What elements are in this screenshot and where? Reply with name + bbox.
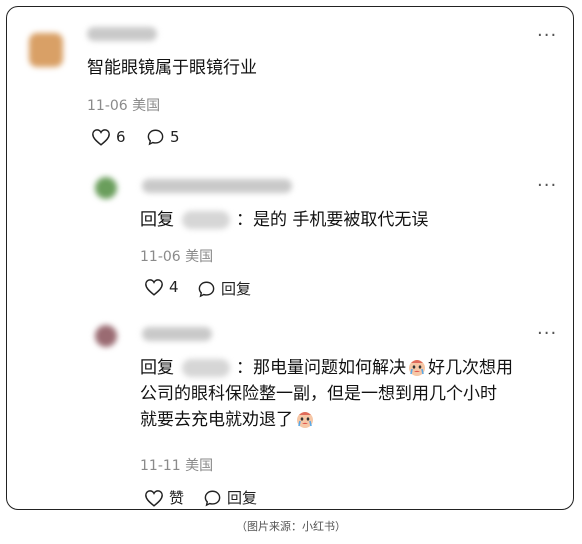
reply-prefix: 回复: [140, 210, 174, 230]
reply-text: 回复 ：那电量问题如何解决 好几次想用 公司的眼科保险整一副，但是一想到用几个小时 …: [140, 355, 560, 433]
reply-date: 11-06: [140, 249, 181, 265]
comment-bubble-icon: [198, 281, 215, 297]
reply-body: ：是的 手机要被取代无误: [236, 210, 429, 230]
heart-icon: [145, 489, 163, 507]
reply-label: 回复: [221, 280, 252, 298]
reply-body-line1b: 好几次想用: [428, 358, 513, 378]
reply-text: 回复 ：是的 手机要被取代无误: [140, 207, 428, 233]
like-button[interactable]: 6: [91, 128, 126, 146]
reply-line: 回复 ：那电量问题如何解决 好几次想用: [140, 355, 560, 381]
like-count: 6: [116, 128, 126, 146]
comment-bubble-icon: [147, 129, 164, 146]
like-button[interactable]: 赞: [144, 487, 184, 508]
reply-body-line3: 就要去充电就劝退了: [140, 410, 293, 430]
reply-location: 美国: [185, 249, 214, 265]
reply-date: 11-11: [140, 458, 181, 474]
comment-meta: 11-06 美国: [87, 95, 160, 115]
reply-meta: 11-11 美国: [140, 455, 213, 475]
heart-icon: [145, 279, 163, 296]
more-options-icon[interactable]: ···: [537, 27, 557, 45]
reply-count-button[interactable]: 5: [146, 128, 180, 146]
avatar[interactable]: [29, 33, 63, 67]
mentioned-user[interactable]: [182, 359, 230, 377]
username[interactable]: [142, 179, 292, 193]
reply-button[interactable]: 回复: [203, 487, 257, 508]
like-button[interactable]: 4: [144, 278, 179, 296]
username[interactable]: [142, 327, 212, 341]
more-options-icon[interactable]: ···: [537, 177, 557, 195]
avatar[interactable]: [95, 177, 117, 199]
reply-body-line2: 公司的眼科保险整一副，但是一想到用几个小时: [140, 384, 497, 404]
reply-button[interactable]: 回复: [197, 278, 251, 299]
heart-icon: [92, 129, 110, 146]
reply-location: 美国: [185, 458, 214, 474]
comment-location: 美国: [132, 98, 161, 114]
reply-label: 回复: [227, 489, 258, 507]
like-label: 赞: [169, 489, 185, 507]
comment-card: ··· 智能眼镜属于眼镜行业 11-06 美国 6 5 ··· 回复 ：是的 手机…: [6, 6, 574, 510]
reply-line: 就要去充电就劝退了: [140, 407, 560, 433]
reply-count: 5: [170, 128, 180, 146]
reply-meta: 11-06 美国: [140, 246, 213, 266]
crying-face-emoji-icon: [409, 360, 425, 376]
reply-body-line1: ：那电量问题如何解决: [236, 358, 406, 378]
reply-prefix: 回复: [140, 358, 174, 378]
crying-face-emoji-icon: [297, 412, 313, 428]
comment-date: 11-06: [87, 98, 128, 114]
comment-bubble-icon: [204, 490, 221, 506]
like-count: 4: [169, 278, 179, 296]
avatar[interactable]: [95, 325, 117, 347]
mentioned-user[interactable]: [182, 211, 230, 229]
username[interactable]: [87, 27, 157, 41]
more-options-icon[interactable]: ···: [537, 325, 557, 343]
comment-text: 智能眼镜属于眼镜行业: [87, 58, 257, 78]
image-caption: （图片来源：小红书）: [236, 520, 346, 533]
